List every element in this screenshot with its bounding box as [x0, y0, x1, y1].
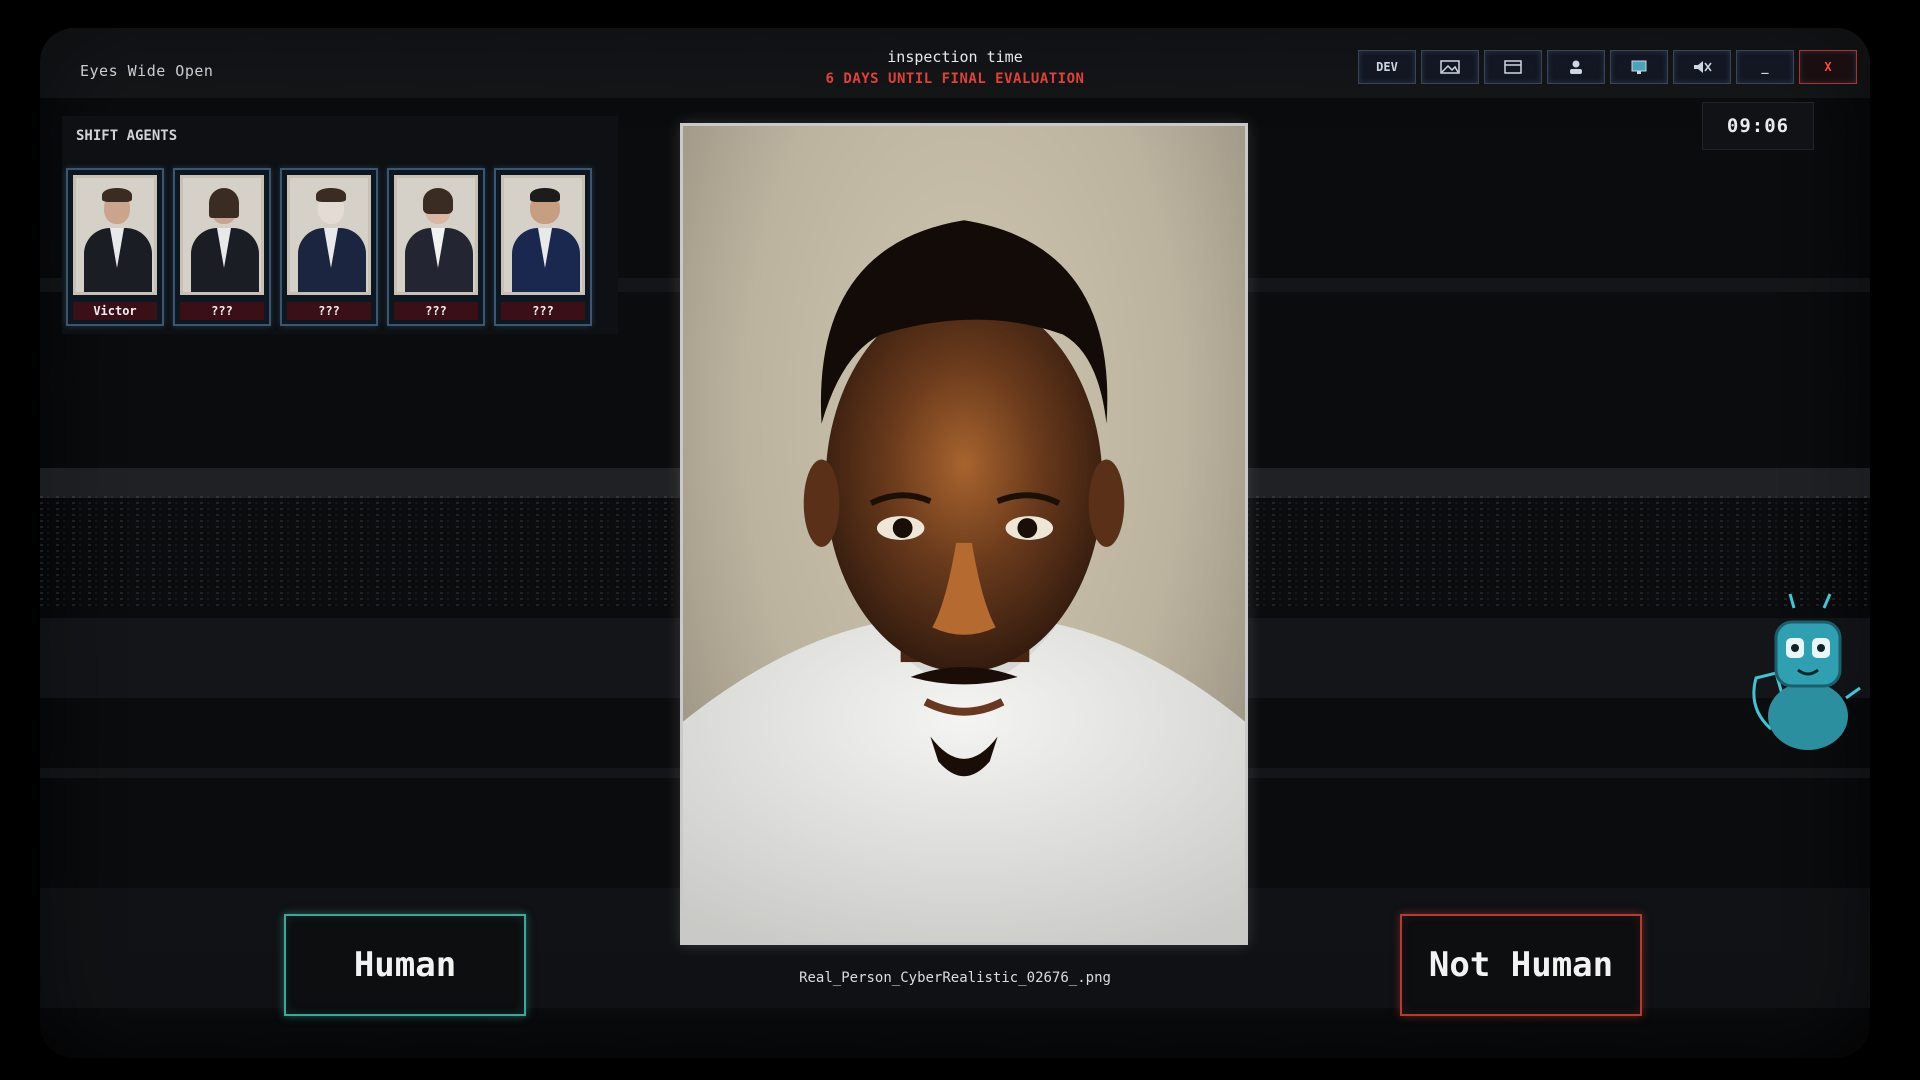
mute-icon — [1694, 61, 1712, 73]
clock: 09:06 — [1702, 102, 1814, 150]
monitor-icon — [1631, 60, 1647, 74]
image-icon — [1440, 60, 1460, 74]
user-icon — [1570, 60, 1582, 74]
close-button[interactable]: X — [1799, 50, 1857, 84]
agent-card[interactable]: ??? — [173, 168, 271, 326]
dev-button[interactable]: DEV — [1358, 50, 1416, 84]
agent-photo — [287, 175, 371, 295]
shift-agents-label: SHIFT AGENTS — [76, 128, 178, 144]
agent-name: ??? — [501, 302, 585, 320]
agent-photo — [394, 175, 478, 295]
window-button[interactable] — [1484, 50, 1542, 84]
mute-button[interactable] — [1673, 50, 1731, 84]
not-human-button[interactable]: Not Human — [1400, 914, 1642, 1016]
dev-icon: DEV — [1376, 60, 1398, 74]
user-button[interactable] — [1547, 50, 1605, 84]
agent-photo — [180, 175, 264, 295]
minimize-icon: _ — [1761, 60, 1769, 74]
inspection-portrait — [680, 123, 1248, 945]
agent-name: ??? — [287, 302, 371, 320]
game-screen: Eyes Wide Open inspection time 6 DAYS UN… — [40, 28, 1870, 1058]
image-button[interactable] — [1421, 50, 1479, 84]
human-button[interactable]: Human — [284, 914, 526, 1016]
agent-name: Victor — [73, 302, 157, 320]
minimize-button[interactable]: _ — [1736, 50, 1794, 84]
agent-card[interactable]: ??? — [280, 168, 378, 326]
agent-name: ??? — [394, 302, 478, 320]
close-icon: X — [1824, 60, 1832, 74]
agent-card[interactable]: Victor — [66, 168, 164, 326]
monitor-button[interactable] — [1610, 50, 1668, 84]
portrait-illustration — [683, 220, 1245, 942]
window-icon — [1504, 60, 1522, 74]
agent-photo — [73, 175, 157, 295]
agent-name: ??? — [180, 302, 264, 320]
agent-photo — [501, 175, 585, 295]
toolbar: DEV _ X — [1358, 50, 1857, 84]
agent-card[interactable]: ??? — [387, 168, 485, 326]
agent-card[interactable]: ??? — [494, 168, 592, 326]
shift-agents-list: Victor ??? ??? ??? ??? — [66, 168, 592, 326]
robot-mascot-icon[interactable] — [1746, 588, 1866, 758]
